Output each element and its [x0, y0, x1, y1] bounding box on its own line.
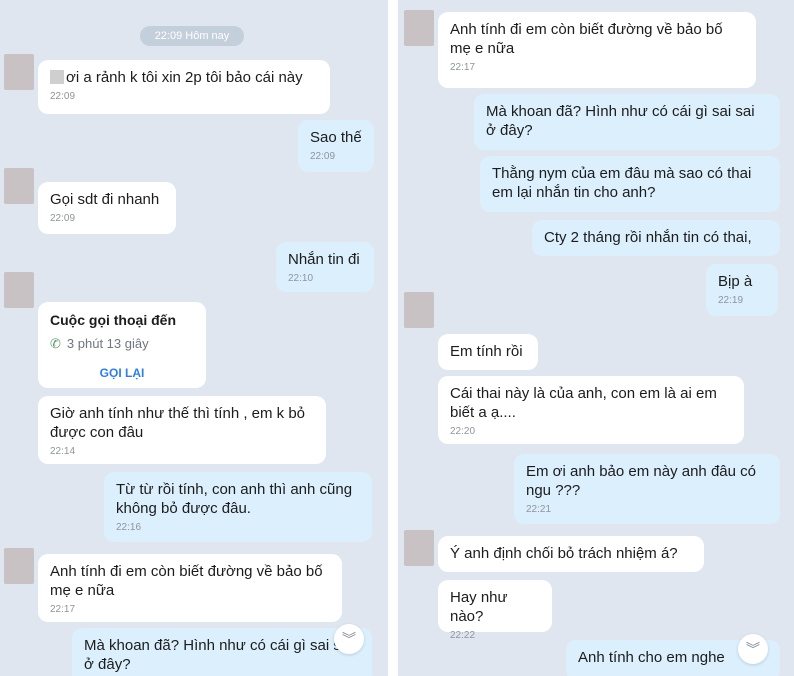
callback-button[interactable]: GỌI LẠI: [50, 366, 194, 380]
message-incoming[interactable]: Anh tính đi em còn biết đường về bảo bố …: [438, 12, 756, 88]
call-duration-row: ✆ 3 phút 13 giây: [50, 336, 194, 352]
message-time: 22:17: [50, 604, 76, 615]
message-text: Hay như nào?: [450, 589, 508, 625]
message-time: 22:09: [50, 91, 76, 102]
message-outgoing[interactable]: Mà khoan đã? Hình như có cái gì sai sai …: [474, 94, 780, 150]
message-outgoing[interactable]: Sao thế 22:09: [298, 120, 374, 172]
message-text: Cty 2 tháng rồi nhắn tin có thai,: [544, 229, 752, 246]
message-time: 22:16: [116, 522, 142, 533]
message-time: 22:09: [310, 151, 336, 162]
avatar[interactable]: [4, 548, 34, 584]
message-incoming[interactable]: Hay như nào? 22:22: [438, 580, 552, 641]
message-outgoing[interactable]: Mà khoan đã? Hình như có cái gì sai sai …: [72, 628, 372, 676]
message-text: Mà khoan đã? Hình như có cái gì sai sai …: [486, 103, 755, 139]
message-incoming[interactable]: Ý anh định chối bỏ trách nhiệm á?: [438, 536, 704, 572]
message-outgoing[interactable]: Em ơi anh bảo em này anh đâu có ngu ??? …: [514, 454, 780, 524]
avatar[interactable]: [404, 292, 434, 328]
avatar[interactable]: [404, 10, 434, 46]
message-incoming[interactable]: Anh tính đi em còn biết đường về bảo bố …: [38, 554, 342, 622]
message-text: Giờ anh tính như thế thì tính , em k bỏ …: [50, 405, 306, 441]
message-text: Ý anh định chối bỏ trách nhiệm á?: [450, 545, 678, 562]
chevron-double-down-icon[interactable]: ︾: [334, 624, 364, 654]
message-outgoing[interactable]: Từ từ rồi tính, con anh thì anh cũng khô…: [104, 472, 372, 542]
message-text: Anh tính đi em còn biết đường về bảo bố …: [50, 563, 323, 599]
message-text: Từ từ rồi tính, con anh thì anh cũng khô…: [116, 481, 353, 517]
message-incoming[interactable]: Gọi sdt đi nhanh 22:09: [38, 182, 176, 234]
message-time: 22:21: [526, 504, 552, 515]
message-text: Em ơi anh bảo em này anh đâu có ngu ???: [526, 463, 756, 499]
message-text: ơi a rảnh k tôi xin 2p tôi bảo cái này: [66, 69, 303, 86]
message-outgoing[interactable]: Bịp à 22:19: [706, 264, 778, 316]
message-time: 22:19: [718, 295, 744, 306]
chat-panel-left[interactable]: 22:09 Hôm nay ơi a rảnh k tôi xin 2p tôi…: [0, 0, 388, 676]
message-text: Em tính rồi: [450, 343, 523, 360]
message-text: Anh tính đi em còn biết đường về bảo bố …: [450, 21, 723, 57]
call-duration: 3 phút 13 giây: [66, 336, 149, 351]
avatar[interactable]: [4, 168, 34, 204]
chevron-double-down-icon[interactable]: ︾: [738, 634, 768, 664]
avatar[interactable]: [4, 272, 34, 308]
message-time: 22:14: [50, 446, 76, 457]
redacted-name: [50, 70, 64, 84]
message-outgoing[interactable]: Nhắn tin đi 22:10: [276, 242, 374, 292]
message-text: Sao thế: [310, 129, 362, 146]
call-title: Cuộc gọi thoại đến: [50, 312, 176, 328]
avatar[interactable]: [4, 54, 34, 90]
avatar[interactable]: [404, 530, 434, 566]
message-time: 22:17: [450, 62, 476, 73]
date-separator: 22:09 Hôm nay: [140, 26, 244, 46]
message-text: Cái thai này là của anh, con em là ai em…: [450, 385, 717, 421]
call-card[interactable]: Cuộc gọi thoại đến ✆ 3 phút 13 giây GỌI L…: [38, 302, 206, 388]
message-text: Bịp à: [718, 273, 753, 290]
message-incoming[interactable]: Giờ anh tính như thế thì tính , em k bỏ …: [38, 396, 326, 464]
message-text: Gọi sdt đi nhanh: [50, 191, 160, 208]
message-text: Mà khoan đã? Hình như có cái gì sai sai …: [84, 637, 353, 673]
message-time: 22:22: [450, 630, 476, 641]
message-incoming[interactable]: Cái thai này là của anh, con em là ai em…: [438, 376, 744, 444]
message-outgoing[interactable]: Cty 2 tháng rồi nhắn tin có thai,: [532, 220, 780, 256]
message-text: Thằng nym của em đâu mà sao có thai em l…: [492, 165, 752, 201]
message-incoming[interactable]: Em tính rồi: [438, 334, 538, 370]
message-time: 22:20: [450, 426, 476, 437]
message-outgoing[interactable]: Thằng nym của em đâu mà sao có thai em l…: [480, 156, 780, 212]
message-text: Nhắn tin đi: [288, 251, 360, 268]
message-time: 22:09: [50, 213, 76, 224]
chat-panel-right[interactable]: Anh tính đi em còn biết đường về bảo bố …: [398, 0, 794, 676]
message-incoming[interactable]: ơi a rảnh k tôi xin 2p tôi bảo cái này 2…: [38, 60, 330, 114]
phone-incoming-icon: ✆: [50, 336, 61, 351]
message-time: 22:10: [288, 273, 314, 284]
